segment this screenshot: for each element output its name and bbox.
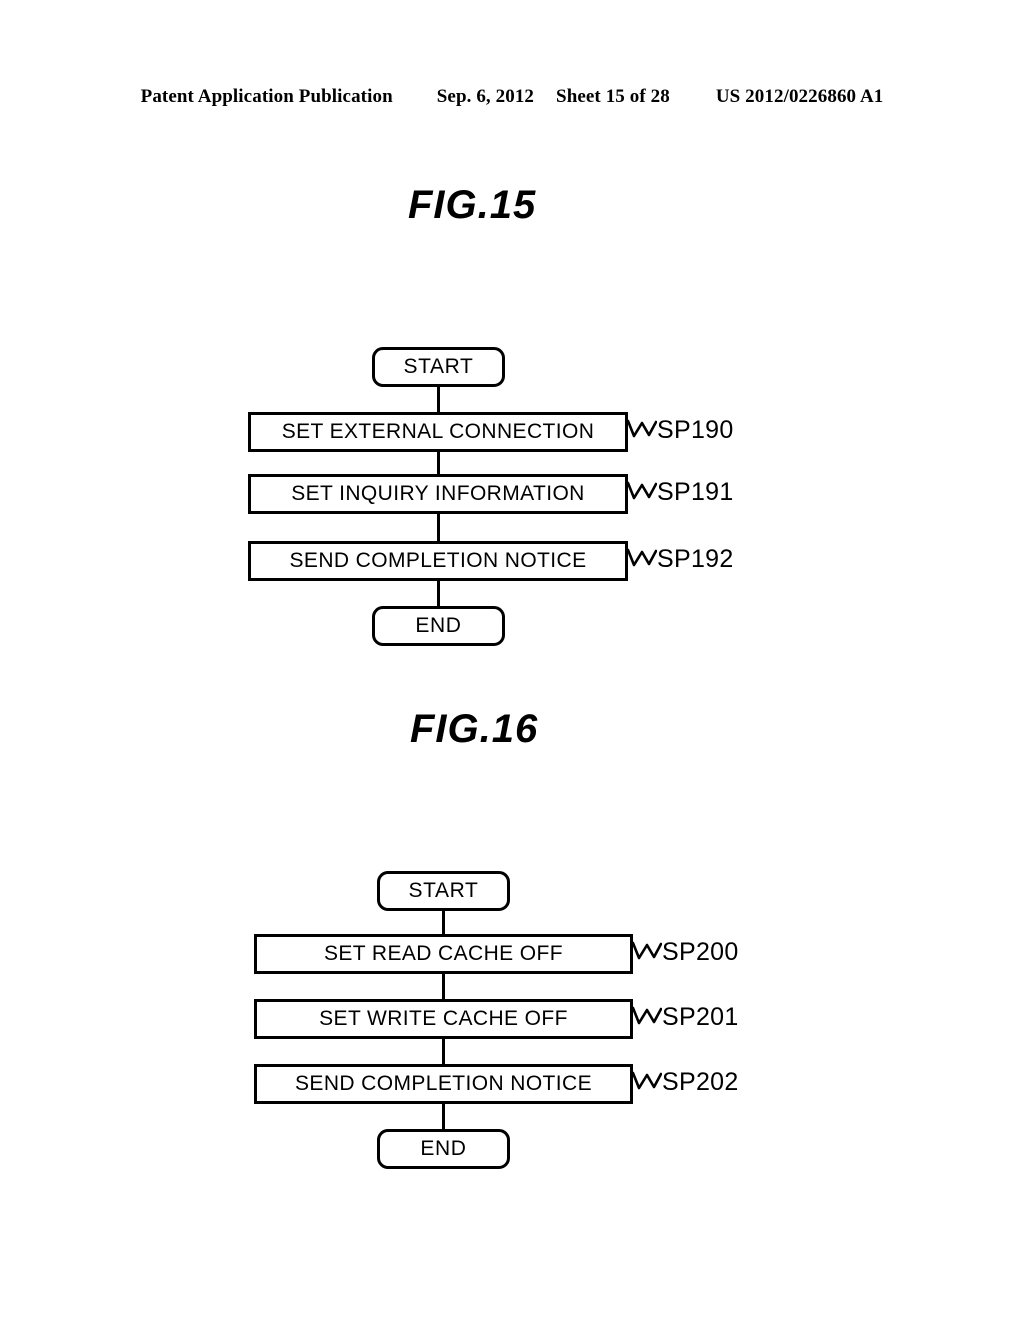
header-sheet-label: Sheet 15 of 28 (556, 86, 670, 107)
fig16-squiggle-step-2 (632, 1005, 662, 1027)
fig15-connector-start-to-step1 (437, 387, 440, 412)
header-publication-label: Patent Application Publication (140, 86, 393, 107)
fig16-process-step-2-label: SET WRITE CACHE OFF (319, 1007, 568, 1030)
figure-15-title: FIG.15 (408, 183, 537, 227)
fig16-step-id-3: SP202 (662, 1068, 739, 1096)
fig16-connector-step2-to-step3 (442, 1039, 445, 1064)
fig16-process-step-3-label: SEND COMPLETION NOTICE (295, 1072, 592, 1095)
figure-16-title: FIG.16 (410, 707, 539, 751)
fig16-step-id-2: SP201 (662, 1003, 739, 1031)
fig15-process-step-2-label: SET INQUIRY INFORMATION (291, 482, 585, 505)
fig15-connector-step2-to-step3 (437, 514, 440, 541)
page-header: Patent Application Publication Sep. 6, 2… (0, 86, 1024, 112)
fig16-process-step-2: SET WRITE CACHE OFF (254, 999, 633, 1039)
fig16-connector-step1-to-step2 (442, 974, 445, 999)
fig15-end-label: END (415, 614, 462, 637)
fig16-step-id-1: SP200 (662, 938, 739, 966)
fig16-squiggle-step-1 (632, 940, 662, 962)
header-patent-number: US 2012/0226860 A1 (715, 86, 884, 107)
fig16-end-terminator: END (377, 1129, 510, 1169)
fig15-step-id-3: SP192 (657, 545, 734, 573)
fig15-process-step-3: SEND COMPLETION NOTICE (248, 541, 628, 581)
fig15-start-terminator: START (372, 347, 505, 387)
fig15-process-step-1: SET EXTERNAL CONNECTION (248, 412, 628, 452)
fig15-process-step-2: SET INQUIRY INFORMATION (248, 474, 628, 514)
fig16-squiggle-step-3 (632, 1070, 662, 1092)
header-date-label: Sep. 6, 2012 (436, 86, 535, 107)
fig16-connector-start-to-step1 (442, 911, 445, 934)
fig16-process-step-1: SET READ CACHE OFF (254, 934, 633, 974)
fig15-squiggle-step-3 (627, 547, 657, 569)
fig15-connector-step1-to-step2 (437, 452, 440, 474)
fig16-connector-step3-to-end (442, 1104, 445, 1129)
fig16-start-label: START (408, 879, 479, 902)
fig15-squiggle-step-1 (627, 418, 657, 440)
fig16-process-step-1-label: SET READ CACHE OFF (323, 942, 563, 965)
fig15-connector-step3-to-end (437, 581, 440, 606)
fig16-process-step-3: SEND COMPLETION NOTICE (254, 1064, 633, 1104)
fig15-process-step-1-label: SET EXTERNAL CONNECTION (281, 420, 595, 443)
fig16-end-label: END (420, 1137, 467, 1160)
fig15-end-terminator: END (372, 606, 505, 646)
fig15-process-step-3-label: SEND COMPLETION NOTICE (289, 549, 587, 572)
fig15-step-id-1: SP190 (657, 416, 734, 444)
fig15-squiggle-step-2 (627, 480, 657, 502)
fig16-start-terminator: START (377, 871, 510, 911)
fig15-step-id-2: SP191 (657, 478, 734, 506)
fig15-start-label: START (403, 355, 474, 378)
